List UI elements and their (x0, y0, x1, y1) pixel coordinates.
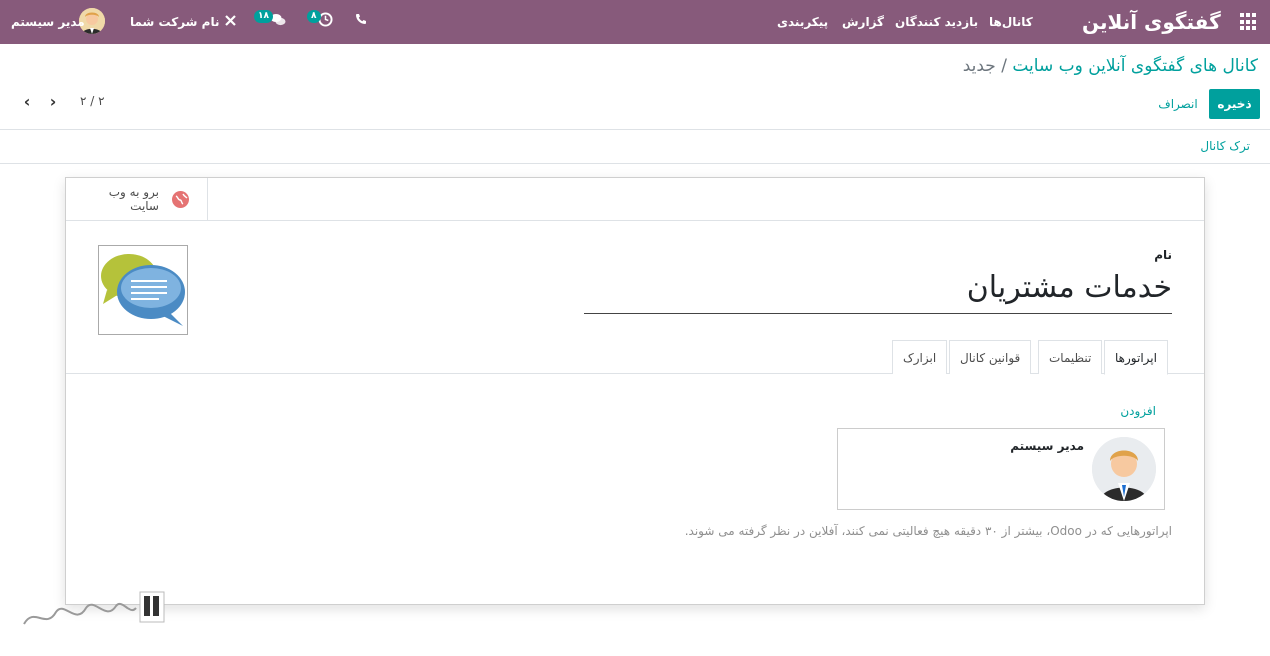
name-label: نام (1154, 248, 1172, 262)
watermark-logo (20, 586, 170, 634)
app-title[interactable]: گفتگوی آنلاین (1082, 0, 1221, 44)
company-switcher[interactable]: نام شرکت شما (130, 0, 219, 44)
channel-image[interactable] (98, 245, 188, 335)
previous-arrow-icon[interactable]: ‹ (20, 94, 34, 110)
form-sheet: برو به وب سایت نام خدمات مشتریان اپراتور… (65, 177, 1205, 605)
menu-report[interactable]: گزارش (842, 0, 884, 44)
top-navbar: گفتگوی آنلاین کانال‌ها بازدید کنندگان گز… (0, 0, 1270, 44)
operator-card[interactable]: مدیر سیستم (837, 428, 1165, 510)
globe-icon (172, 191, 189, 208)
goto-website-label: برو به وب سایت (108, 185, 159, 213)
tab-channel-rules[interactable]: قوانین کانال (949, 340, 1032, 374)
operator-name: مدیر سیستم (1010, 439, 1084, 453)
breadcrumb-separator: / (1001, 56, 1007, 76)
notebook-tabs: اپراتورها تنظیمات قوانین کانال ابزارک (66, 340, 1204, 375)
menu-visitors[interactable]: بازدید کنندگان (895, 0, 978, 44)
phone-icon[interactable] (355, 13, 369, 29)
apps-menu-icon[interactable] (1240, 13, 1258, 31)
pager-value[interactable]: ۲ / ۲ (80, 94, 105, 108)
status-bar: ترک کانال (0, 130, 1270, 164)
goto-website-button[interactable]: برو به وب سایت (66, 178, 208, 220)
tab-operators[interactable]: اپراتورها (1104, 340, 1168, 375)
button-box: برو به وب سایت (66, 178, 1204, 221)
operators-hint-text: اپراتورهایی که در Odoo، بیشتر از ۳۰ دقیق… (684, 524, 1172, 538)
add-operator-button[interactable]: افزودن (1120, 404, 1156, 418)
tab-widget[interactable]: ابزارک (892, 340, 948, 374)
debug-tools-icon[interactable] (224, 14, 238, 28)
control-panel: کانال های گفتگوی آنلاین وب سایت / جدید ذ… (0, 44, 1270, 130)
save-button[interactable]: ذخیره (1209, 89, 1260, 119)
activity-badge: ۸ (307, 10, 321, 23)
breadcrumb: کانال های گفتگوی آنلاین وب سایت / جدید (963, 56, 1258, 76)
breadcrumb-link[interactable]: کانال های گفتگوی آنلاین وب سایت (1012, 56, 1258, 76)
tab-settings[interactable]: تنظیمات (1038, 340, 1103, 374)
operator-avatar (1092, 437, 1156, 501)
messages-badge: ۱۸ (254, 10, 273, 23)
menu-configuration[interactable]: پیکربندی (777, 0, 828, 44)
user-menu[interactable]: مدیر سیستم (11, 0, 85, 44)
leave-channel-button[interactable]: ترک کانال (1200, 139, 1250, 153)
channel-name-input[interactable]: خدمات مشتریان (584, 266, 1172, 314)
discard-button[interactable]: انصراف (1152, 89, 1204, 119)
next-arrow-icon[interactable]: › (46, 94, 60, 110)
breadcrumb-current: جدید (962, 56, 996, 76)
menu-channels[interactable]: کانال‌ها (989, 0, 1033, 44)
